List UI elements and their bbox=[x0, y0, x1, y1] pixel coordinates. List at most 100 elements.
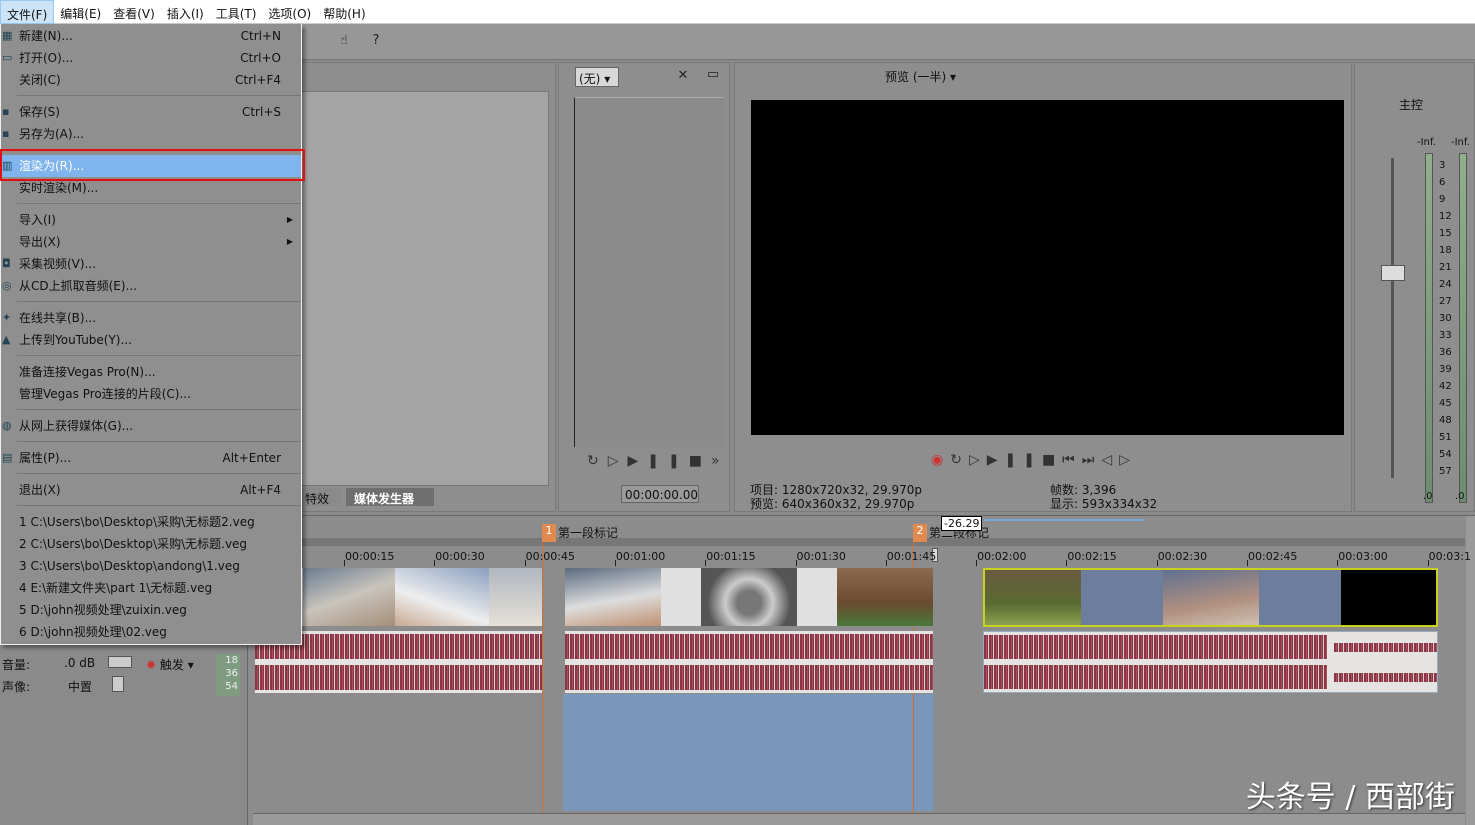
drag-arrow bbox=[984, 519, 1144, 521]
close-icon[interactable]: ✕ bbox=[675, 68, 691, 84]
web-media-icon: ◍ bbox=[2, 419, 12, 432]
file-menu: ▦ 新建(N)... Ctrl+N ▭ 打开(O)... Ctrl+O 关闭(C) Ctrl+… bbox=[0, 24, 302, 645]
ruler-tick-label: 00:03:00 bbox=[1338, 550, 1388, 563]
hand-tool-icon[interactable]: ☝ bbox=[336, 33, 352, 49]
menu-item-shortcut: Ctrl+S bbox=[241, 105, 281, 119]
ruler-tick bbox=[705, 560, 707, 566]
meter-scale-tick: 42 bbox=[1439, 381, 1452, 392]
volume-value: .0 dB bbox=[64, 656, 96, 670]
meter-scale-tick: 39 bbox=[1439, 364, 1452, 375]
meter-scale-tick: 21 bbox=[1439, 262, 1452, 273]
meter-scale-tick: 30 bbox=[1439, 313, 1452, 324]
menu-item-label: 关闭(C) bbox=[19, 73, 61, 87]
file-menu-item[interactable]: 导出(X) ▶ bbox=[1, 231, 301, 253]
thumbnail bbox=[565, 568, 661, 626]
ruler-tick bbox=[795, 560, 797, 566]
file-menu-item[interactable]: 管理Vegas Pro连接的片段(C)... bbox=[1, 383, 301, 405]
meter-tick: 54 bbox=[225, 681, 238, 692]
thumbnail bbox=[1341, 570, 1436, 625]
peak-right: -Inf. bbox=[1451, 137, 1470, 148]
audio-clip-2[interactable] bbox=[565, 631, 933, 693]
file-menu-item[interactable]: 准备连接Vegas Pro(N)... bbox=[1, 361, 301, 383]
menu-separator bbox=[17, 203, 301, 204]
master-title: 主控 bbox=[1399, 98, 1424, 112]
file-menu-item[interactable]: ◎ 从CD上抓取音频(E)... bbox=[1, 275, 301, 297]
meter-scale-tick: 6 bbox=[1439, 177, 1446, 188]
pan-slider[interactable] bbox=[112, 676, 124, 692]
tab-media-generators[interactable]: 媒体发生器 bbox=[346, 488, 434, 506]
file-menu-item[interactable]: 5 D:\john视频处理\zuixin.veg bbox=[1, 599, 301, 621]
trimmer-dropdown[interactable]: (无) ▾ bbox=[575, 67, 619, 87]
ruler-tick bbox=[614, 560, 616, 566]
capture-video-icon: ◘ bbox=[2, 257, 11, 270]
preview-transport[interactable]: ◉↻▷▶❚❚■⏮⏭◁▷ bbox=[931, 452, 1137, 468]
marker-2[interactable]: 2 bbox=[913, 524, 927, 542]
record-icon[interactable]: ◉ bbox=[931, 452, 950, 468]
share-icon: ✦ bbox=[2, 311, 12, 324]
trimmer-dropdown-value: (无) bbox=[579, 72, 601, 86]
thumbnail bbox=[395, 568, 489, 626]
file-menu-item[interactable]: ▭ 打开(O)... Ctrl+O bbox=[1, 47, 301, 69]
menu-item-label: 导入(I) bbox=[19, 213, 56, 227]
master-fader-handle[interactable] bbox=[1381, 265, 1405, 281]
file-menu-item[interactable]: 3 C:\Users\bo\Desktop\andong\1.veg bbox=[1, 555, 301, 577]
menu-item-label: 从网上获得媒体(G)... bbox=[19, 419, 134, 433]
menu-item-shortcut: Ctrl+N bbox=[240, 29, 281, 43]
menu-2[interactable]: 查看(V) bbox=[107, 0, 161, 24]
file-menu-item[interactable]: ▪ 另存为(A)... bbox=[1, 123, 301, 145]
marker-1[interactable]: 1 bbox=[542, 524, 556, 542]
marker-line-1 bbox=[542, 524, 543, 814]
peak-left: -Inf. bbox=[1417, 137, 1436, 148]
marker-1-label: 第一段标记 bbox=[558, 526, 619, 540]
file-menu-item[interactable]: 导入(I) ▶ bbox=[1, 209, 301, 231]
trimmer-transport[interactable]: ↻▷▶❚❚■» bbox=[587, 453, 729, 469]
file-menu-item[interactable]: ▲ 上传到YouTube(Y)... bbox=[1, 329, 301, 351]
monitor-icon[interactable]: ▭ bbox=[705, 67, 721, 83]
menu-separator bbox=[17, 355, 301, 356]
video-clip-3-selected[interactable] bbox=[983, 568, 1438, 627]
menu-separator bbox=[17, 95, 301, 96]
ruler-tick-label: 00:02:30 bbox=[1157, 550, 1208, 563]
master-bus-panel: 主控 -Inf. -Inf. 3 6 9 12 15 18 21 24 27 30 33 36 39 42… bbox=[1354, 62, 1475, 512]
video-clip-2[interactable] bbox=[565, 568, 933, 626]
ruler-tick-label: 00:02:00 bbox=[977, 550, 1027, 563]
trigger-button[interactable]: ✹ 触发 ▾ bbox=[146, 656, 194, 673]
pan-value: 中置 bbox=[68, 680, 93, 694]
menu-0[interactable]: 文件(F) bbox=[0, 0, 55, 24]
meter-scale-tick: 18 bbox=[1439, 245, 1452, 256]
meter-scale-tick: 48 bbox=[1439, 415, 1452, 426]
meter-scale-tick: 24 bbox=[1439, 279, 1452, 290]
file-menu-item[interactable]: 1 C:\Users\bo\Desktop\采购\无标题2.veg bbox=[1, 511, 301, 533]
menu-item-label: 1 C:\Users\bo\Desktop\采购\无标题2.veg bbox=[19, 515, 255, 529]
file-menu-item[interactable]: 2 C:\Users\bo\Desktop\采购\无标题.veg bbox=[1, 533, 301, 555]
menu-separator bbox=[17, 409, 301, 410]
menu-4[interactable]: 工具(T) bbox=[210, 0, 263, 24]
display-info: 显示: 593x334x32 bbox=[1050, 497, 1158, 511]
file-menu-item[interactable]: ◍ 从网上获得媒体(G)... bbox=[1, 415, 301, 437]
volume-slider[interactable] bbox=[108, 656, 132, 668]
file-menu-item[interactable]: ✦ 在线共享(B)... bbox=[1, 307, 301, 329]
file-menu-item[interactable]: ▪ 保存(S) Ctrl+S bbox=[1, 101, 301, 123]
file-menu-item[interactable]: 6 D:\john视频处理\02.veg bbox=[1, 621, 301, 643]
menu-3[interactable]: 插入(I) bbox=[161, 0, 210, 24]
file-menu-item[interactable]: 退出(X) Alt+F4 bbox=[1, 479, 301, 501]
menu-6[interactable]: 帮助(H) bbox=[317, 0, 371, 24]
tab-effects[interactable]: 特效 bbox=[301, 488, 341, 506]
meter-scale-tick: 36 bbox=[1439, 347, 1452, 358]
file-menu-item[interactable]: ◘ 采集视频(V)... bbox=[1, 253, 301, 275]
file-menu-item[interactable]: ▤ 属性(P)... Alt+Enter bbox=[1, 447, 301, 469]
thumbnail bbox=[837, 568, 933, 626]
preview-quality-dropdown[interactable]: 预览 (一半) ▾ bbox=[885, 68, 956, 85]
file-menu-item[interactable]: ▦ 新建(N)... Ctrl+N bbox=[1, 25, 301, 47]
properties-icon: ▤ bbox=[2, 451, 13, 464]
audio-clip-3[interactable] bbox=[983, 631, 1438, 693]
file-menu-item[interactable]: 关闭(C) Ctrl+F4 bbox=[1, 69, 301, 91]
menu-bar: 文件(F) 编辑(E) 查看(V) 插入(I) 工具(T) 选项(O) 帮助(H) bbox=[0, 0, 1475, 24]
help-pointer-icon[interactable]: ? bbox=[368, 33, 384, 49]
file-menu-item[interactable]: 4 E:\新建文件夹\part 1\无标题.veg bbox=[1, 577, 301, 599]
thumbnail bbox=[1163, 570, 1259, 625]
menu-1[interactable]: 编辑(E) bbox=[54, 0, 107, 24]
loop-region-bar[interactable] bbox=[253, 538, 1465, 546]
menu-5[interactable]: 选项(O) bbox=[262, 0, 317, 24]
menu-item-label: 5 D:\john视频处理\zuixin.veg bbox=[19, 603, 187, 617]
